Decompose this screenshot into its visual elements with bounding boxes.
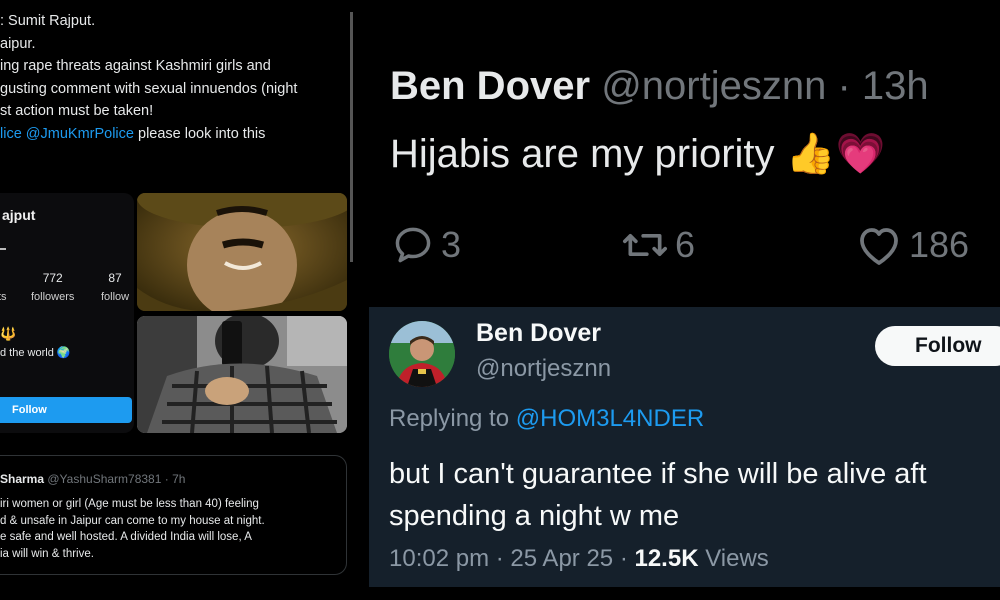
- top-tweet-handle-time: @nortjesznn · 13h: [601, 64, 929, 108]
- bottom-tweet-author-name[interactable]: Ben Dover: [476, 319, 601, 348]
- reply-icon: [395, 227, 431, 263]
- profile-name: ajput: [2, 207, 36, 223]
- profile-photo-hat: [137, 193, 347, 311]
- bottom-tweet-body: but I can't guarantee if she will be ali…: [389, 453, 1000, 537]
- bottom-tweet-panel: Ben Dover @nortjesznn Follow Replying to…: [369, 307, 1000, 587]
- follow-button[interactable]: Follow: [875, 326, 1000, 366]
- top-tweet-panel: Ben Dover @nortjesznn · 13h Hijabis are …: [353, 0, 1000, 305]
- stat-posts-label: ts: [0, 291, 7, 303]
- retweet-count: 6: [675, 224, 696, 265]
- stat-posts-number: [0, 271, 7, 285]
- like-count: 186: [909, 224, 970, 265]
- profile-photo-mirror-selfie: [137, 316, 347, 433]
- profile-card: ajput ts 772 followers 87 follow 🔱 d the…: [0, 193, 134, 433]
- stat-following-label: follow: [101, 291, 130, 303]
- profile-follow-button[interactable]: Follow: [0, 397, 132, 423]
- like-action[interactable]: 186: [855, 222, 969, 268]
- profile-handle-fragment: [0, 248, 6, 250]
- quoted-tweet-body: iri women or girl (Age must be less than…: [0, 496, 345, 562]
- tweet-line-mention: lice @JmuKmrPolice please look into this: [0, 123, 350, 146]
- stat-posts[interactable]: ts: [0, 271, 7, 303]
- bottom-tweet-timestamp[interactable]: 10:02 pm · 25 Apr 25 ·: [389, 545, 634, 572]
- quoted-line: d & unsafe in Jaipur can come to my hous…: [0, 514, 265, 527]
- top-tweet-body: Hijabis are my priority 👍💗: [390, 132, 886, 176]
- police-mention-link[interactable]: lice @JmuKmrPolice: [0, 126, 134, 142]
- top-tweet-author-name[interactable]: Ben Dover: [390, 64, 590, 108]
- replying-to-label: Replying to: [389, 405, 516, 432]
- stat-followers-number: 772: [42, 271, 63, 285]
- trident-emoji: 🔱: [0, 326, 17, 341]
- reply-count: 3: [441, 224, 462, 265]
- quoted-tweet-header: Sharma @YashuSharm78381 · 7h: [0, 472, 185, 486]
- reply-action[interactable]: 3: [391, 222, 461, 268]
- photo-hat-image: [137, 193, 347, 311]
- quoted-line: e safe and well hosted. A divided India …: [0, 531, 252, 543]
- quoted-author-name: Sharma: [0, 472, 45, 486]
- top-tweet-header: Ben Dover @nortjesznn · 13h: [390, 64, 929, 109]
- avatar-image: [389, 321, 455, 387]
- accusation-tweet-text: : Sumit Rajput. aipur. ing rape threats …: [0, 10, 350, 145]
- tweet-line: st action must be taken!: [0, 103, 154, 119]
- tweet-line-rest: please look into this: [133, 125, 266, 142]
- retweet-icon: [622, 234, 667, 256]
- tweet-line: : Sumit Rajput.: [0, 13, 96, 29]
- tweet-line: ing rape threats against Kashmiri girls …: [0, 58, 271, 74]
- bottom-tweet-line: but I can't guarantee if she will be ali…: [389, 458, 927, 490]
- photo-selfie-image: [137, 316, 347, 433]
- quoted-line: iri women or girl (Age must be less than…: [0, 498, 259, 510]
- quoted-author-handle-time: @YashuSharm78381 · 7h: [47, 472, 186, 486]
- stat-following[interactable]: 87 follow: [101, 271, 129, 303]
- left-collage: : Sumit Rajput. aipur. ing rape threats …: [0, 0, 352, 600]
- avatar[interactable]: [389, 321, 455, 387]
- replying-to-line: Replying to @HOM3L4NDER: [389, 405, 704, 433]
- quoted-line: ia will win & thrive.: [0, 547, 94, 560]
- bottom-tweet-handle[interactable]: @nortjesznn: [476, 355, 611, 383]
- views-label: Views: [698, 545, 769, 572]
- profile-bio: d the world 🌍: [0, 347, 71, 359]
- replying-to-mention[interactable]: @HOM3L4NDER: [516, 405, 704, 432]
- tweet-line: aipur.: [0, 35, 36, 52]
- tweet-line: gusting comment with sexual innuendos (n…: [0, 80, 298, 97]
- views-count: 12.5K: [634, 545, 699, 572]
- like-icon: [860, 228, 898, 265]
- stat-followers-label: followers: [31, 291, 75, 303]
- quoted-tweet-card[interactable]: Sharma @YashuSharm78381 · 7h iri women o…: [0, 455, 347, 575]
- bottom-tweet-line: spending a night w me: [389, 500, 680, 532]
- retweet-action[interactable]: 6: [621, 222, 695, 268]
- bottom-tweet-meta: 10:02 pm · 25 Apr 25 · 12.5K Views: [389, 545, 769, 573]
- stat-followers[interactable]: 772 followers: [31, 271, 74, 303]
- stat-following-number: 87: [108, 271, 122, 285]
